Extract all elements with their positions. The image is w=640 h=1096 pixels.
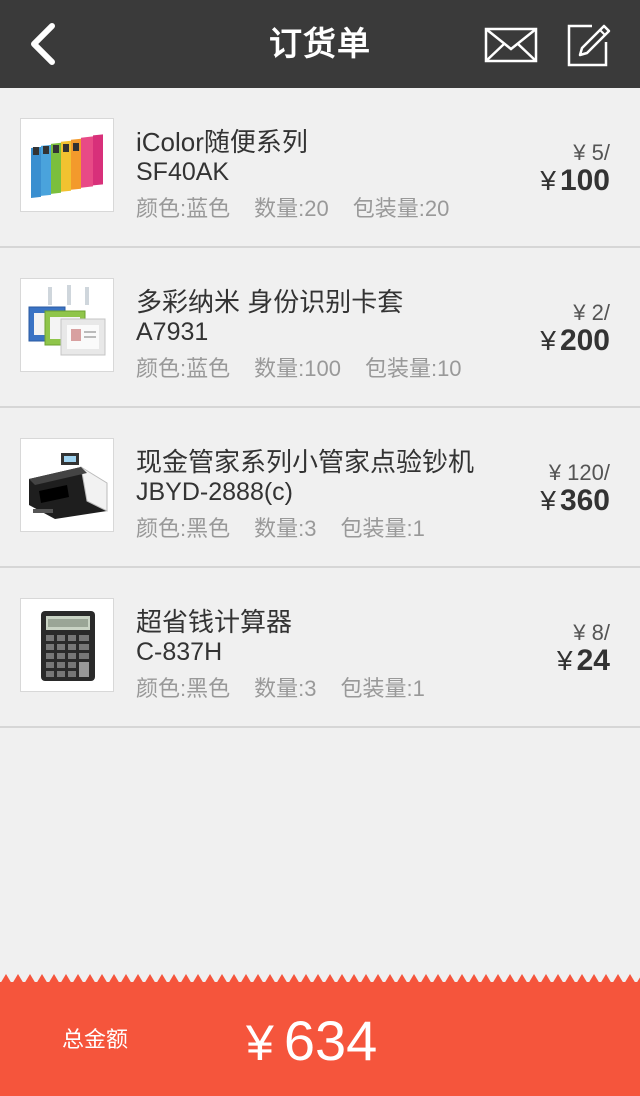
line-total: ¥200 — [540, 324, 610, 358]
order-item[interactable]: 多彩纳米 身份识别卡套 A7931 颜色:蓝色 数量:100 包装量:10 ¥ 2/… — [0, 248, 640, 408]
product-pack: 包装量:1 — [340, 676, 425, 701]
page-title: 订货单 — [269, 25, 371, 62]
product-specs: 颜色:蓝色 数量:20 包装量:20 — [136, 191, 473, 223]
line-total-value: 200 — [559, 324, 610, 357]
total-amount-value: 634 — [283, 1009, 378, 1072]
product-code: C-837H — [136, 638, 223, 666]
id-card-holder-image — [20, 278, 114, 372]
unit-price: ¥ 120/ — [548, 460, 610, 485]
line-total: ¥24 — [557, 644, 610, 678]
order-item[interactable]: 超省钱计算器 C-837H 颜色:黑色 数量:3 包装量:1 ¥ 8/ ¥24 — [0, 568, 640, 728]
product-name: 现金管家系列小管家点验钞机 — [136, 447, 475, 477]
folder-set-image — [20, 118, 114, 212]
unit-price: ¥ 5/ — [573, 140, 610, 165]
unit-price: ¥ 8/ — [573, 620, 610, 645]
product-color: 颜色:蓝色 — [136, 356, 231, 381]
line-total-value: 360 — [559, 484, 610, 517]
line-total: ¥100 — [540, 164, 610, 198]
mail-icon[interactable] — [484, 27, 538, 63]
top-bar: 订货单 — [0, 0, 640, 88]
edit-icon[interactable] — [566, 22, 612, 68]
product-name: iColor随便系列 — [136, 127, 308, 157]
product-pack: 包装量:20 — [352, 196, 450, 221]
line-total: ¥360 — [540, 484, 610, 518]
total-amount: ¥634 — [246, 1008, 377, 1073]
line-total-value: 100 — [559, 164, 610, 197]
product-name: 超省钱计算器 — [136, 607, 293, 637]
product-specs: 颜色:黑色 数量:3 包装量:1 — [136, 671, 449, 703]
currency-symbol: ¥ — [540, 165, 556, 196]
product-quantity: 数量:20 — [254, 196, 329, 221]
money-counter-image — [20, 438, 114, 532]
total-label: 总金额 — [62, 1027, 129, 1052]
product-quantity: 数量:100 — [254, 356, 341, 381]
product-color: 颜色:蓝色 — [136, 196, 231, 221]
product-color: 颜色:黑色 — [136, 516, 231, 541]
product-pack: 包装量:1 — [340, 516, 425, 541]
currency-symbol: ¥ — [540, 485, 556, 516]
unit-price: ¥ 2/ — [573, 300, 610, 325]
product-code: SF40AK — [136, 158, 230, 186]
order-item[interactable]: iColor随便系列 SF40AK 颜色:蓝色 数量:20 包装量:20 ¥ 5/ … — [0, 88, 640, 248]
order-item[interactable]: 现金管家系列小管家点验钞机 JBYD-2888(c) 颜色:黑色 数量:3 包装量:… — [0, 408, 640, 568]
product-name: 多彩纳米 身份识别卡套 — [136, 287, 404, 317]
product-specs: 颜色:蓝色 数量:100 包装量:10 — [136, 351, 486, 383]
line-total-value: 24 — [576, 644, 610, 677]
product-specs: 颜色:黑色 数量:3 包装量:1 — [136, 511, 449, 543]
calculator-image — [20, 598, 114, 692]
order-list: iColor随便系列 SF40AK 颜色:蓝色 数量:20 包装量:20 ¥ 5/ … — [0, 88, 640, 728]
product-code: JBYD-2888(c) — [136, 478, 293, 506]
currency-symbol: ¥ — [540, 325, 556, 356]
product-quantity: 数量:3 — [254, 676, 317, 701]
product-code: A7931 — [136, 318, 209, 346]
product-quantity: 数量:3 — [254, 516, 317, 541]
currency-symbol: ¥ — [557, 645, 573, 676]
total-currency: ¥ — [246, 1015, 274, 1071]
product-pack: 包装量:10 — [364, 356, 462, 381]
product-color: 颜色:黑色 — [136, 676, 231, 701]
